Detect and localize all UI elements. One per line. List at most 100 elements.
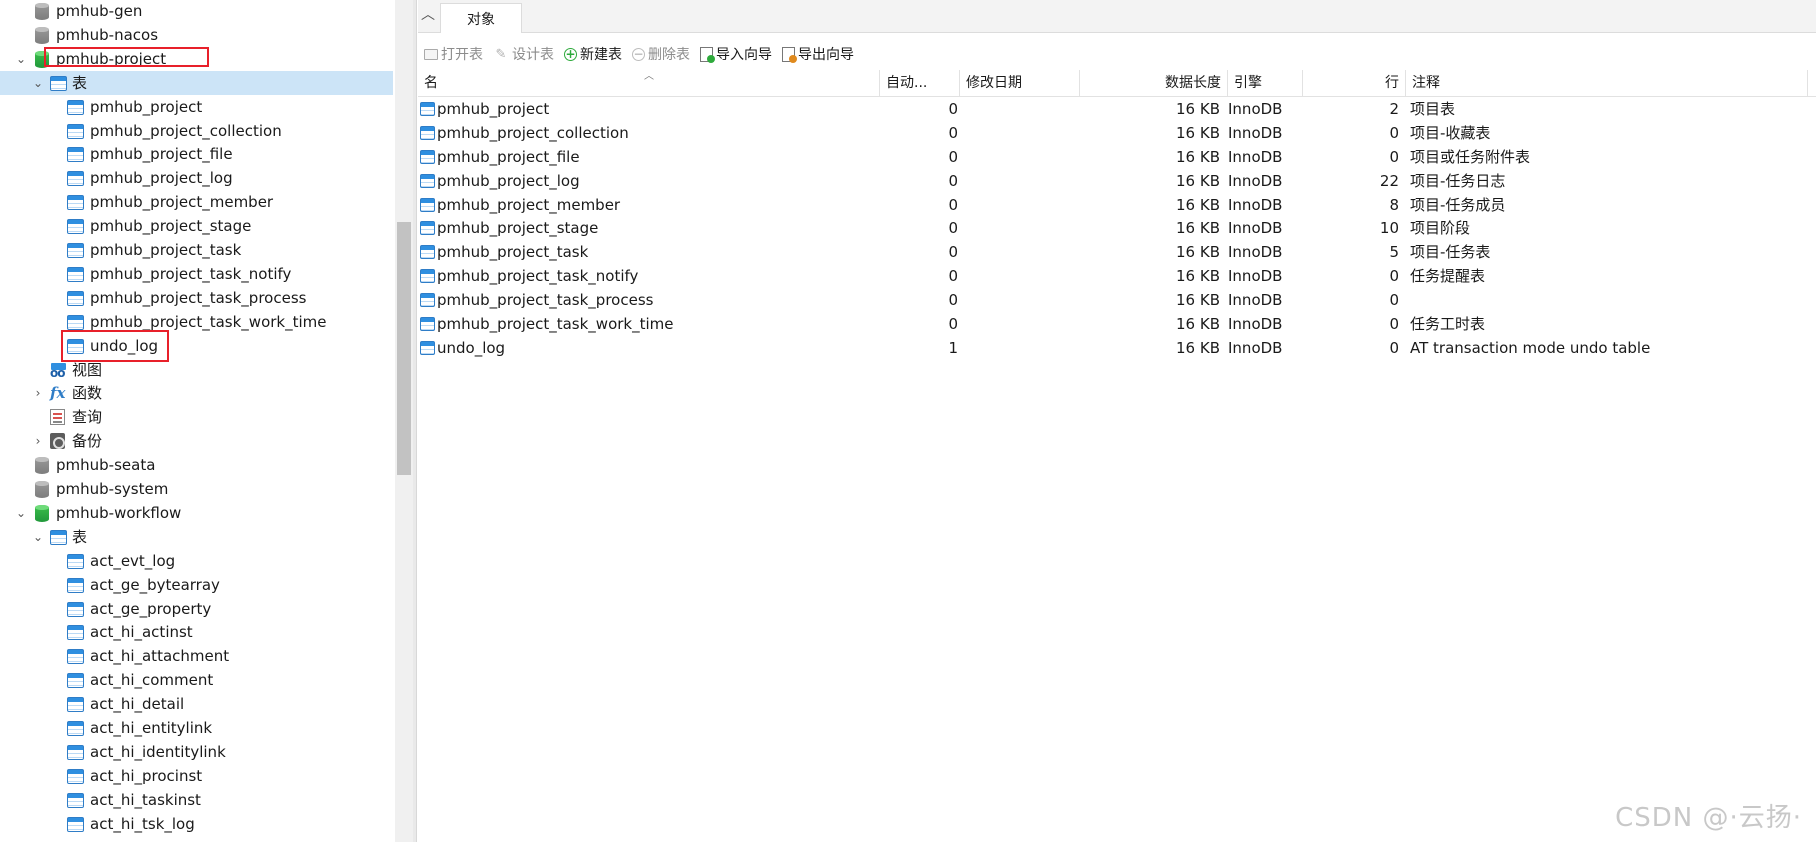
tree-item[interactable]: ⌄ pmhub-workflow (0, 501, 393, 525)
tree-item[interactable]: › fx 函数 (0, 381, 393, 405)
tree-item[interactable]: ⌄ pmhub-project (0, 47, 393, 71)
table-row[interactable]: pmhub_project_task_process 0 16 KB InnoDB 0 (418, 288, 1816, 312)
table-row[interactable]: pmhub_project 0 16 KB InnoDB 2 项目表 (418, 97, 1816, 121)
tree-item[interactable]: act_ge_property (0, 597, 393, 621)
table-row[interactable]: pmhub_project_task 0 16 KB InnoDB 5 项目-任务表 (418, 240, 1816, 264)
tree-item[interactable]: pmhub_project_member (0, 190, 393, 214)
cell-name[interactable]: pmhub_project_task_notify (420, 264, 830, 288)
cell-name[interactable]: pmhub_project_stage (420, 216, 830, 240)
chevron-down-icon[interactable]: ⌄ (31, 71, 45, 95)
tree-item-label: pmhub-seata (56, 456, 156, 475)
cell-name[interactable]: pmhub_project_task (420, 240, 830, 264)
table-row[interactable]: pmhub_project_file 0 16 KB InnoDB 0 项目或任务附件表 (418, 145, 1816, 169)
table-icon (67, 720, 84, 737)
column-header-modified-date[interactable]: 修改日期 (960, 70, 1080, 97)
chevron-down-icon[interactable]: ⌄ (14, 501, 28, 525)
cell-rows: 0 (1389, 315, 1399, 334)
cell-name[interactable]: pmhub_project_task_process (420, 288, 830, 312)
table-icon-glyph (67, 147, 84, 163)
cell-engine: InnoDB (1228, 171, 1283, 190)
panel-splitter[interactable] (413, 0, 417, 842)
cell-name[interactable]: pmhub_project_member (420, 193, 830, 217)
tree-item[interactable]: ⌄ 表 (0, 525, 393, 549)
tree-item[interactable]: act_hi_actinst (0, 620, 393, 644)
cell-name[interactable]: pmhub_project_task_work_time (420, 312, 830, 336)
table-icon (67, 816, 84, 833)
tree-item[interactable]: act_hi_detail (0, 692, 393, 716)
tree-item[interactable]: › 备份 (0, 429, 393, 453)
column-header-auto-increment[interactable]: 自动... (880, 70, 960, 97)
tree-item[interactable]: pmhub_project (0, 95, 393, 119)
chevron-up-icon[interactable]: ︿ (418, 0, 438, 28)
open-table-button[interactable]: 打开表 (424, 44, 483, 64)
tree-item[interactable]: act_evt_log (0, 549, 393, 573)
cell-name[interactable]: pmhub_project_log (420, 169, 830, 193)
table-row[interactable]: pmhub_project_member 0 16 KB InnoDB 8 项目-任务成员 (418, 193, 1816, 217)
table-row[interactable]: pmhub_project_collection 0 16 KB InnoDB 0 项目-… (418, 121, 1816, 145)
new-table-button[interactable]: + 新建表 (564, 44, 622, 64)
tree-item[interactable]: act_hi_identitylink (0, 740, 393, 764)
table-row[interactable]: undo_log 1 16 KB InnoDB 0 AT transaction mode… (418, 336, 1816, 360)
export-wizard-button[interactable]: 导出向导 (782, 44, 854, 64)
cell-name-text: pmhub_project_stage (437, 219, 599, 238)
table-row[interactable]: pmhub_project_log 0 16 KB InnoDB 22 项目-任务日志 (418, 169, 1816, 193)
tree-item[interactable]: pmhub_project_task_notify (0, 262, 393, 286)
cell-name[interactable]: pmhub_project_file (420, 145, 830, 169)
tree-item[interactable]: act_hi_procinst (0, 764, 393, 788)
cell-modified-date (958, 264, 1098, 288)
tree-item[interactable]: undo_log (0, 334, 393, 358)
import-wizard-label: 导入向导 (716, 47, 772, 63)
query-icon (50, 409, 67, 426)
tab-objects[interactable]: 对象 (440, 3, 522, 33)
table-row[interactable]: pmhub_project_task_work_time 0 16 KB InnoDB… (418, 312, 1816, 336)
chevron-down-icon[interactable]: ⌄ (14, 47, 28, 71)
tree-item[interactable]: pmhub-system (0, 477, 393, 501)
column-header-comment[interactable]: 注释 (1406, 70, 1808, 97)
chevron-down-icon[interactable]: ⌄ (31, 525, 45, 549)
tree-item[interactable]: act_hi_tsk_log (0, 812, 393, 836)
tree-item[interactable]: pmhub_project_file (0, 142, 393, 166)
tree-item[interactable]: act_ge_bytearray (0, 573, 393, 597)
tree-item[interactable]: pmhub_project_stage (0, 214, 393, 238)
cell-engine: InnoDB (1228, 243, 1283, 262)
table-icon-glyph (67, 123, 84, 139)
tree-item[interactable]: act_hi_attachment (0, 644, 393, 668)
tree-item[interactable]: pmhub_project_task_process (0, 286, 393, 310)
cell-auto-increment: 0 (948, 267, 958, 286)
tree-item[interactable]: pmhub_project_log (0, 166, 393, 190)
chevron-right-icon[interactable]: › (31, 429, 45, 453)
tree-scrollbar[interactable] (395, 0, 413, 842)
tree-item[interactable]: pmhub_project_task (0, 238, 393, 262)
tree-item[interactable]: pmhub-nacos (0, 23, 393, 47)
cell-name[interactable]: pmhub_project (420, 97, 830, 121)
delete-table-button[interactable]: − 删除表 (632, 44, 690, 64)
cell-name[interactable]: pmhub_project_collection (420, 121, 830, 145)
table-row[interactable]: pmhub_project_stage 0 16 KB InnoDB 10 项目阶段 (418, 216, 1816, 240)
cell-engine: InnoDB (1228, 219, 1283, 238)
table-row[interactable]: pmhub_project_task_notify 0 16 KB InnoDB 0 任务… (418, 264, 1816, 288)
tree-item[interactable]: pmhub-gen (0, 0, 393, 23)
cell-data-length: 16 KB (1176, 219, 1220, 238)
cell-name[interactable]: undo_log (420, 336, 830, 360)
import-wizard-button[interactable]: 导入向导 (700, 44, 772, 64)
cell-comment: 项目或任务附件表 (1410, 147, 1531, 166)
tables-folder-icon-glyph (50, 529, 67, 545)
tree-scrollbar-thumb[interactable] (397, 222, 411, 475)
tree-item[interactable]: act_hi_entitylink (0, 716, 393, 740)
chevron-right-icon[interactable]: › (31, 381, 45, 405)
tree-item[interactable]: pmhub_project_task_work_time (0, 310, 393, 334)
design-table-label: 设计表 (512, 47, 554, 63)
tree-item[interactable]: act_hi_taskinst (0, 788, 393, 812)
column-header-rows[interactable]: 行 (1303, 70, 1406, 97)
column-header-data-length[interactable]: 数据长度 (1080, 70, 1228, 97)
tree-item[interactable]: ⌄ 表 (0, 70, 393, 95)
tree-item[interactable]: pmhub-seata (0, 453, 393, 477)
design-table-button[interactable]: ✎ 设计表 (493, 44, 554, 64)
column-header-engine[interactable]: 引擎 (1228, 70, 1303, 97)
tree-item[interactable]: act_hi_comment (0, 668, 393, 692)
tree-item[interactable]: 查询 (0, 405, 393, 429)
tree-item-label: pmhub_project_task_notify (90, 264, 292, 283)
tree-item[interactable]: pmhub_project_collection (0, 119, 393, 143)
query-icon-glyph (50, 409, 65, 426)
tree-item[interactable]: 视图 (0, 358, 393, 382)
